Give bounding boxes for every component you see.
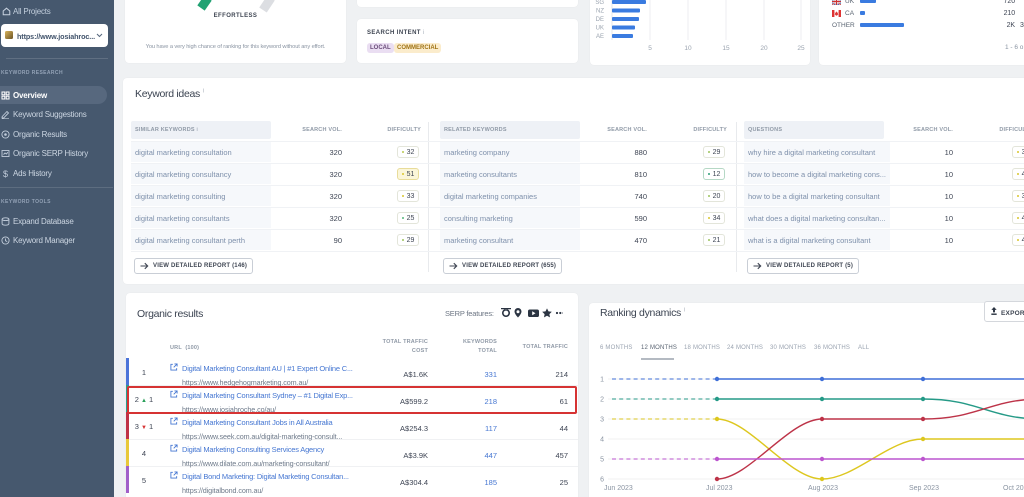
svg-text:2: 2 — [600, 397, 604, 404]
svg-text:Jun 2023: Jun 2023 — [604, 485, 633, 492]
svg-text:20: 20 — [760, 45, 768, 52]
svg-text:4: 4 — [600, 437, 604, 444]
svg-text:Sep 2023: Sep 2023 — [909, 485, 939, 492]
svg-text:NZ: NZ — [596, 9, 604, 15]
svg-text:3: 3 — [600, 417, 604, 424]
svg-text:SG: SG — [595, 0, 604, 6]
svg-text:UK: UK — [596, 26, 604, 32]
svg-text:25: 25 — [797, 45, 805, 52]
svg-text:5: 5 — [600, 457, 604, 464]
svg-text:15: 15 — [722, 45, 730, 52]
svg-text:AE: AE — [596, 34, 604, 40]
svg-text:5: 5 — [648, 45, 652, 52]
svg-text:Jul 2023: Jul 2023 — [706, 485, 733, 492]
svg-text:1: 1 — [600, 377, 604, 384]
svg-text:Aug 2023: Aug 2023 — [808, 485, 838, 492]
svg-text:Oct 202: Oct 202 — [1003, 485, 1024, 492]
svg-text:10: 10 — [684, 45, 692, 52]
svg-text:DE: DE — [596, 17, 604, 23]
svg-text:$: $ — [3, 169, 8, 178]
svg-text:6: 6 — [600, 477, 604, 484]
